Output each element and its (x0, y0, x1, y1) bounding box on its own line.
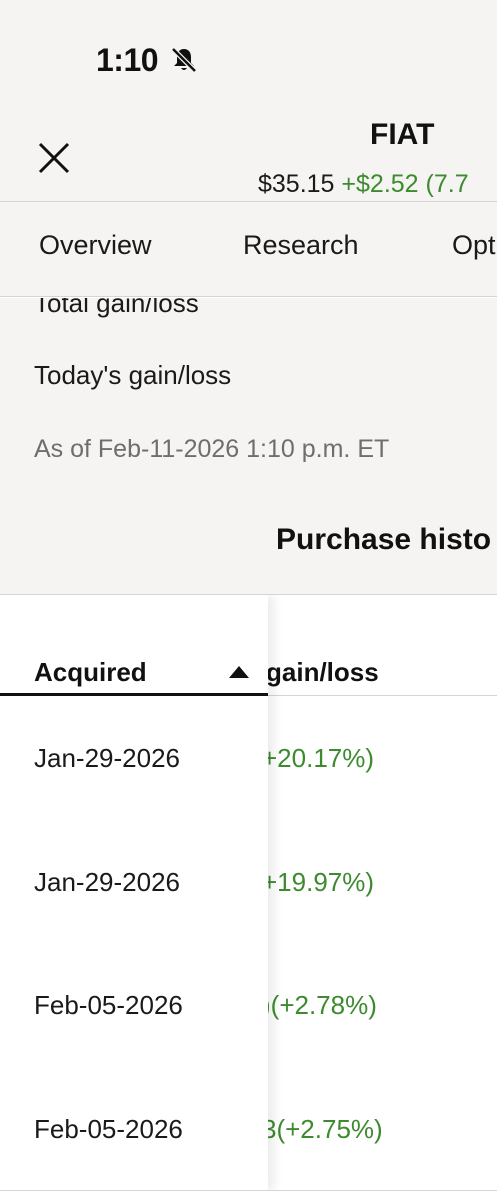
close-icon[interactable] (34, 138, 74, 178)
gain-loss-cell: )(+2.78%) (262, 990, 377, 1020)
status-time: 1:10 (96, 42, 159, 78)
acquired-column: Acquired Jan-29-2026 Jan-29-2026 Feb-05-… (0, 595, 268, 1190)
sort-indicator-underline (0, 693, 268, 696)
sort-ascending-icon[interactable] (228, 665, 250, 679)
gain-loss-cell: +19.97%) (262, 867, 375, 897)
todays-gain-loss-label: Today's gain/loss (34, 360, 232, 390)
acquired-cell: Feb-05-2026 (34, 990, 183, 1020)
bell-slash-icon (171, 47, 197, 73)
acquired-cell: Jan-29-2026 (34, 867, 180, 897)
acquired-header[interactable]: Acquired (34, 657, 147, 688)
tab-options[interactable]: Opt (452, 230, 496, 261)
purchase-history-table[interactable]: Acquired Jan-29-2026 Jan-29-2026 Feb-05-… (0, 594, 497, 1190)
total-gain-loss-label: Total gain/loss (34, 298, 199, 318)
header-divider (268, 695, 497, 696)
status-bar: 1:10 (0, 0, 497, 110)
acquired-cell: Jan-29-2026 (34, 743, 180, 773)
stock-symbol: FIAT (370, 118, 435, 151)
tab-bar: Overview Research Opt (0, 201, 497, 297)
quote-header: FIAT $35.15 +$2.52 (7.7 (0, 110, 497, 202)
position-summary: Total gain/loss Today's gain/loss As of … (0, 298, 497, 594)
as-of-timestamp: As of Feb-11-2026 1:10 p.m. ET (34, 435, 390, 463)
purchase-history-title: Purchase histo (276, 523, 492, 556)
gain-loss-cell: 3(+2.75%) (262, 1114, 383, 1144)
stock-price: $35.15 (258, 170, 335, 198)
table-bottom-border (0, 1190, 497, 1200)
quote-line: $35.15 +$2.52 (7.7 (258, 170, 469, 199)
price-change: +$2.52 (7.7 (341, 170, 469, 198)
gain-loss-header[interactable]: gain/loss (266, 657, 379, 688)
acquired-cell: Feb-05-2026 (34, 1114, 183, 1144)
gain-loss-cell: +20.17%) (262, 743, 375, 773)
tab-research[interactable]: Research (243, 230, 359, 261)
tab-overview[interactable]: Overview (39, 230, 152, 261)
